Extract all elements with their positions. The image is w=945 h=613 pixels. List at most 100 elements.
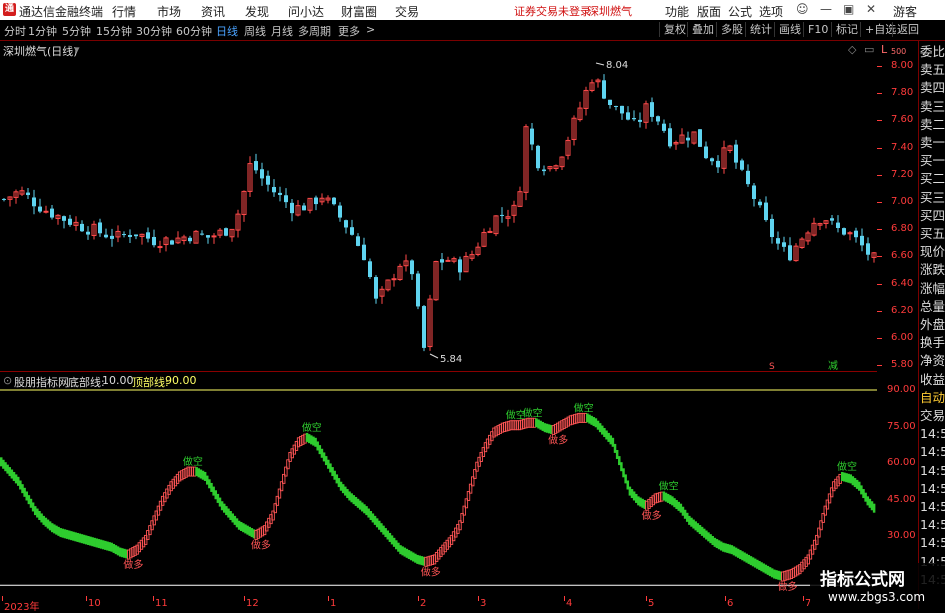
period-5min[interactable]: 5分钟 [62, 23, 91, 39]
tool-duogu[interactable]: 多股 [716, 22, 747, 37]
menu-hangqing[interactable]: 行情 [112, 3, 136, 20]
menu-faxian[interactable]: 发现 [245, 3, 269, 20]
price-tick: 8.00 [891, 60, 914, 71]
price-chart-pane[interactable]: 深圳燃气(日线) ▾ ◇ ▭ 8.04 5.84 S 减 [0, 41, 877, 372]
candle-body [80, 223, 84, 232]
side-panel-item[interactable]: 涨跌 [920, 261, 945, 279]
candle-body [350, 227, 354, 235]
tool-fuquan[interactable]: 复权 [659, 22, 690, 37]
candle-body [211, 235, 217, 238]
candle-body [68, 218, 72, 225]
side-panel-item[interactable]: 14:5 [920, 443, 945, 461]
side-panel-item[interactable]: 14:5 [920, 516, 945, 534]
period-weekly[interactable]: 周线 [244, 23, 266, 39]
date-axis-tick [244, 596, 245, 601]
date-axis-label: 4 [566, 598, 573, 609]
side-panel-item[interactable]: 买五 [920, 225, 945, 243]
tool-huaxian[interactable]: 画线 [774, 22, 805, 37]
side-panel-item[interactable]: 卖二 [920, 116, 945, 134]
side-panel-item[interactable]: 卖四 [920, 79, 945, 97]
side-panel-item[interactable]: 卖五 [920, 61, 945, 79]
side-panel-item[interactable]: 交易 [920, 407, 945, 425]
period-15min[interactable]: 15分钟 [96, 23, 132, 39]
candle-body [686, 137, 690, 141]
date-axis-label: 2023年 [4, 602, 40, 613]
candle-body [254, 161, 258, 171]
side-panel-item[interactable]: 买一 [920, 152, 945, 170]
side-panel-item[interactable]: 14:5 [920, 534, 945, 552]
side-panel-item[interactable]: 买三 [920, 189, 945, 207]
tool-fanhui[interactable]: 返回 [892, 22, 923, 37]
side-panel-item[interactable]: 收益 [920, 371, 945, 389]
side-panel-item[interactable]: 涨幅 [920, 280, 945, 298]
menu-wenxiaoda[interactable]: 问小达 [288, 3, 324, 20]
candle-body [458, 259, 462, 273]
side-panel-item[interactable]: 卖一 [920, 134, 945, 152]
candle-body [170, 240, 174, 245]
close-icon[interactable]: ✕ [866, 2, 876, 16]
period-daily[interactable]: 日线 [216, 23, 238, 39]
indicator-chart: 做多做空做多做空做多做空做空做多做空做多做空做多做空 [0, 389, 877, 593]
tool-f10[interactable]: F10 [803, 22, 832, 37]
candle-body [632, 118, 636, 120]
candle-body [776, 238, 780, 244]
minimize-icon[interactable]: — [820, 2, 832, 16]
side-panel-item[interactable]: 买四 [920, 207, 945, 225]
period-multi[interactable]: 多周期 [298, 23, 331, 39]
candle-body [128, 235, 132, 237]
period-30min[interactable]: 30分钟 [136, 23, 172, 39]
period-60min[interactable]: 60分钟 [176, 23, 212, 39]
candle-body [830, 218, 834, 221]
period-1min[interactable]: 1分钟 [28, 23, 57, 39]
price-tick-mark [877, 338, 882, 339]
date-axis [0, 596, 877, 609]
tool-biaoji[interactable]: 标记 [831, 22, 862, 37]
menu-zixun[interactable]: 资讯 [201, 3, 225, 20]
service-icon[interactable]: ☺ [796, 2, 809, 16]
sell-signal-label: 做空 [302, 421, 322, 434]
candle-body [302, 205, 306, 211]
menu-caifuquan[interactable]: 财富圈 [341, 3, 377, 20]
side-panel-item[interactable]: 14:5 [920, 498, 945, 516]
side-panel-item[interactable]: 换手 [920, 334, 945, 352]
indicator-pane[interactable]: ⊙ 股朋指标网 底部线: 10.00 顶部线: 90.00 做多 做空 做多 做空 做多… [0, 372, 877, 594]
chevron-right-icon[interactable]: > [366, 23, 375, 36]
menu-shichang[interactable]: 市场 [157, 3, 181, 20]
period-monthly[interactable]: 月线 [271, 23, 293, 39]
price-tick-mark [877, 202, 882, 203]
date-axis-label: 2 [420, 598, 427, 609]
menu-jiaoyi[interactable]: 交易 [395, 3, 419, 20]
tool-diejia[interactable]: 叠加 [687, 22, 718, 37]
side-panel-item[interactable]: 外盘 [920, 316, 945, 334]
candle-body [530, 128, 534, 145]
user-label[interactable]: 游客 [893, 3, 917, 20]
side-panel-item[interactable]: 卖三 [920, 98, 945, 116]
candle-body [266, 175, 270, 185]
price-tick: 6.00 [891, 332, 914, 343]
side-panel-item[interactable]: 买二 [920, 170, 945, 188]
side-panel-item[interactable]: 14:5 [920, 462, 945, 480]
side-panel-item[interactable]: 委比 [920, 43, 945, 61]
date-axis-tick [646, 596, 647, 601]
side-panel-item[interactable]: 14:5 [920, 425, 945, 443]
tool-tongji[interactable]: 统计 [745, 22, 776, 37]
side-panel-item[interactable]: 现价 [920, 243, 945, 261]
candle-body [314, 197, 318, 205]
menu-gongshi[interactable]: 公式 [728, 3, 752, 20]
side-panel-item[interactable]: 总量 [920, 298, 945, 316]
buy-signal-label: 做多 [778, 580, 798, 593]
login-notice[interactable]: 证券交易未登录 [514, 3, 591, 19]
price-tick-mark [877, 174, 882, 176]
candle-body [110, 235, 114, 239]
menu-gongneng[interactable]: 功能 [665, 3, 689, 20]
period-fenshi[interactable]: 分时 [4, 23, 26, 39]
side-panel-item[interactable]: 净资 [920, 352, 945, 370]
side-panel-item[interactable]: 自动 [920, 389, 945, 407]
menu-banmian[interactable]: 版面 [697, 3, 721, 20]
period-more[interactable]: 更多 [338, 23, 360, 39]
menu-xuanxiang[interactable]: 选项 [759, 3, 783, 20]
side-panel-item[interactable]: 14:5 [920, 480, 945, 498]
candle-body [668, 128, 672, 147]
candle-body [764, 202, 768, 221]
restore-icon[interactable]: ▣ [843, 2, 854, 16]
